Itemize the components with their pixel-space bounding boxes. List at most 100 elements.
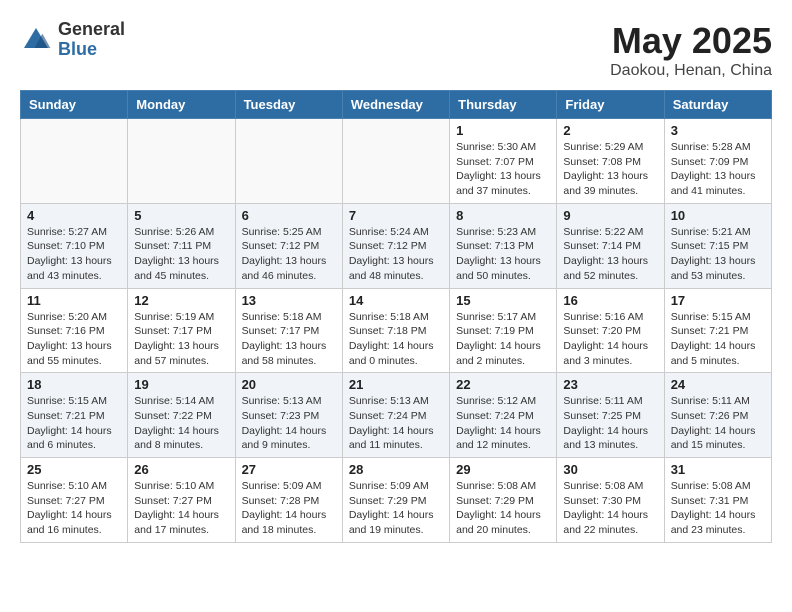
day-info: Sunrise: 5:21 AM Sunset: 7:15 PM Dayligh… — [671, 225, 765, 284]
day-info: Sunrise: 5:28 AM Sunset: 7:09 PM Dayligh… — [671, 140, 765, 199]
table-row: 17 Sunrise: 5:15 AM Sunset: 7:21 PM Dayli… — [664, 288, 771, 373]
column-header-monday: Monday — [128, 91, 235, 119]
table-row: 27Sunrise: 5:09 AM Sunset: 7:28 PM Dayli… — [235, 458, 342, 543]
column-header-saturday: Saturday — [664, 91, 771, 119]
day-number: 2 — [563, 123, 657, 138]
day-info: Sunrise: 5:16 AM Sunset: 7:20 PM Dayligh… — [563, 310, 657, 369]
day-info: Sunrise: 5:09 AM Sunset: 7:28 PM Dayligh… — [242, 479, 336, 538]
day-number: 22 — [456, 377, 550, 392]
day-number: 6 — [242, 208, 336, 223]
title-block: May 2025 Daokou, Henan, China — [610, 20, 772, 80]
day-info: Sunrise: 5:08 AM Sunset: 7:30 PM Dayligh… — [563, 479, 657, 538]
day-info: Sunrise: 5:26 AM Sunset: 7:11 PM Dayligh… — [134, 225, 228, 284]
day-number: 8 — [456, 208, 550, 223]
day-info: Sunrise: 5:13 AM Sunset: 7:24 PM Dayligh… — [349, 394, 443, 453]
table-row — [128, 119, 235, 204]
day-info: Sunrise: 5:08 AM Sunset: 7:29 PM Dayligh… — [456, 479, 550, 538]
logo-icon — [20, 24, 52, 56]
table-row: 25 Sunrise: 5:10 AM Sunset: 7:27 PM Dayli… — [21, 458, 128, 543]
day-info: Sunrise: 5:30 AM Sunset: 7:07 PM Dayligh… — [456, 140, 550, 199]
day-number: 30 — [563, 462, 657, 477]
day-info: Sunrise: 5:15 AM Sunset: 7:21 PM Dayligh… — [27, 394, 121, 453]
day-info: Sunrise: 5:15 AM Sunset: 7:21 PM Dayligh… — [671, 310, 765, 369]
page-header: General Blue May 2025 Daokou, Henan, Chi… — [20, 20, 772, 80]
calendar-week-row: 18 Sunrise: 5:15 AM Sunset: 7:21 PM Dayli… — [21, 373, 772, 458]
day-number: 10 — [671, 208, 765, 223]
day-number: 17 — [671, 293, 765, 308]
table-row: 3 Sunrise: 5:28 AM Sunset: 7:09 PM Daylig… — [664, 119, 771, 204]
calendar-header-row: SundayMondayTuesdayWednesdayThursdayFrid… — [21, 91, 772, 119]
column-header-tuesday: Tuesday — [235, 91, 342, 119]
day-number: 1 — [456, 123, 550, 138]
calendar-week-row: 25 Sunrise: 5:10 AM Sunset: 7:27 PM Dayli… — [21, 458, 772, 543]
column-header-wednesday: Wednesday — [342, 91, 449, 119]
table-row: 15Sunrise: 5:17 AM Sunset: 7:19 PM Dayli… — [450, 288, 557, 373]
day-number: 11 — [27, 293, 121, 308]
day-info: Sunrise: 5:19 AM Sunset: 7:17 PM Dayligh… — [134, 310, 228, 369]
table-row: 20Sunrise: 5:13 AM Sunset: 7:23 PM Dayli… — [235, 373, 342, 458]
logo-general: General — [58, 20, 125, 40]
table-row: 13 Sunrise: 5:18 AM Sunset: 7:17 PM Dayli… — [235, 288, 342, 373]
table-row — [342, 119, 449, 204]
day-number: 28 — [349, 462, 443, 477]
day-info: Sunrise: 5:25 AM Sunset: 7:12 PM Dayligh… — [242, 225, 336, 284]
table-row: 30 Sunrise: 5:08 AM Sunset: 7:30 PM Dayli… — [557, 458, 664, 543]
day-number: 4 — [27, 208, 121, 223]
table-row: 6 Sunrise: 5:25 AM Sunset: 7:12 PM Daylig… — [235, 203, 342, 288]
day-info: Sunrise: 5:11 AM Sunset: 7:25 PM Dayligh… — [563, 394, 657, 453]
table-row: 5Sunrise: 5:26 AM Sunset: 7:11 PM Daylig… — [128, 203, 235, 288]
day-number: 16 — [563, 293, 657, 308]
day-info: Sunrise: 5:08 AM Sunset: 7:31 PM Dayligh… — [671, 479, 765, 538]
day-info: Sunrise: 5:27 AM Sunset: 7:10 PM Dayligh… — [27, 225, 121, 284]
day-info: Sunrise: 5:11 AM Sunset: 7:26 PM Dayligh… — [671, 394, 765, 453]
day-number: 9 — [563, 208, 657, 223]
calendar-table: SundayMondayTuesdayWednesdayThursdayFrid… — [20, 90, 772, 543]
day-number: 14 — [349, 293, 443, 308]
day-info: Sunrise: 5:14 AM Sunset: 7:22 PM Dayligh… — [134, 394, 228, 453]
day-info: Sunrise: 5:18 AM Sunset: 7:18 PM Dayligh… — [349, 310, 443, 369]
table-row: 21Sunrise: 5:13 AM Sunset: 7:24 PM Dayli… — [342, 373, 449, 458]
table-row: 18 Sunrise: 5:15 AM Sunset: 7:21 PM Dayli… — [21, 373, 128, 458]
table-row: 4 Sunrise: 5:27 AM Sunset: 7:10 PM Daylig… — [21, 203, 128, 288]
table-row: 19Sunrise: 5:14 AM Sunset: 7:22 PM Dayli… — [128, 373, 235, 458]
table-row: 14 Sunrise: 5:18 AM Sunset: 7:18 PM Dayli… — [342, 288, 449, 373]
table-row: 8Sunrise: 5:23 AM Sunset: 7:13 PM Daylig… — [450, 203, 557, 288]
table-row — [21, 119, 128, 204]
logo: General Blue — [20, 20, 125, 60]
column-header-friday: Friday — [557, 91, 664, 119]
day-info: Sunrise: 5:24 AM Sunset: 7:12 PM Dayligh… — [349, 225, 443, 284]
column-header-thursday: Thursday — [450, 91, 557, 119]
table-row: 29Sunrise: 5:08 AM Sunset: 7:29 PM Dayli… — [450, 458, 557, 543]
logo-blue: Blue — [58, 40, 125, 60]
day-info: Sunrise: 5:09 AM Sunset: 7:29 PM Dayligh… — [349, 479, 443, 538]
table-row: 24 Sunrise: 5:11 AM Sunset: 7:26 PM Dayli… — [664, 373, 771, 458]
logo-text: General Blue — [58, 20, 125, 60]
day-info: Sunrise: 5:17 AM Sunset: 7:19 PM Dayligh… — [456, 310, 550, 369]
day-number: 24 — [671, 377, 765, 392]
table-row: 11 Sunrise: 5:20 AM Sunset: 7:16 PM Dayli… — [21, 288, 128, 373]
table-row: 9Sunrise: 5:22 AM Sunset: 7:14 PM Daylig… — [557, 203, 664, 288]
table-row: 31Sunrise: 5:08 AM Sunset: 7:31 PM Dayli… — [664, 458, 771, 543]
table-row: 12Sunrise: 5:19 AM Sunset: 7:17 PM Dayli… — [128, 288, 235, 373]
day-info: Sunrise: 5:29 AM Sunset: 7:08 PM Dayligh… — [563, 140, 657, 199]
table-row: 23 Sunrise: 5:11 AM Sunset: 7:25 PM Dayli… — [557, 373, 664, 458]
day-number: 18 — [27, 377, 121, 392]
day-info: Sunrise: 5:10 AM Sunset: 7:27 PM Dayligh… — [27, 479, 121, 538]
day-number: 7 — [349, 208, 443, 223]
day-info: Sunrise: 5:18 AM Sunset: 7:17 PM Dayligh… — [242, 310, 336, 369]
day-number: 23 — [563, 377, 657, 392]
table-row: 10 Sunrise: 5:21 AM Sunset: 7:15 PM Dayli… — [664, 203, 771, 288]
table-row: 16 Sunrise: 5:16 AM Sunset: 7:20 PM Dayli… — [557, 288, 664, 373]
table-row — [235, 119, 342, 204]
table-row: 26Sunrise: 5:10 AM Sunset: 7:27 PM Dayli… — [128, 458, 235, 543]
day-number: 25 — [27, 462, 121, 477]
day-number: 13 — [242, 293, 336, 308]
day-number: 3 — [671, 123, 765, 138]
column-header-sunday: Sunday — [21, 91, 128, 119]
table-row: 7 Sunrise: 5:24 AM Sunset: 7:12 PM Daylig… — [342, 203, 449, 288]
table-row: 22Sunrise: 5:12 AM Sunset: 7:24 PM Dayli… — [450, 373, 557, 458]
table-row: 1 Sunrise: 5:30 AM Sunset: 7:07 PM Daylig… — [450, 119, 557, 204]
day-info: Sunrise: 5:20 AM Sunset: 7:16 PM Dayligh… — [27, 310, 121, 369]
day-info: Sunrise: 5:10 AM Sunset: 7:27 PM Dayligh… — [134, 479, 228, 538]
month-year-title: May 2025 — [610, 20, 772, 62]
